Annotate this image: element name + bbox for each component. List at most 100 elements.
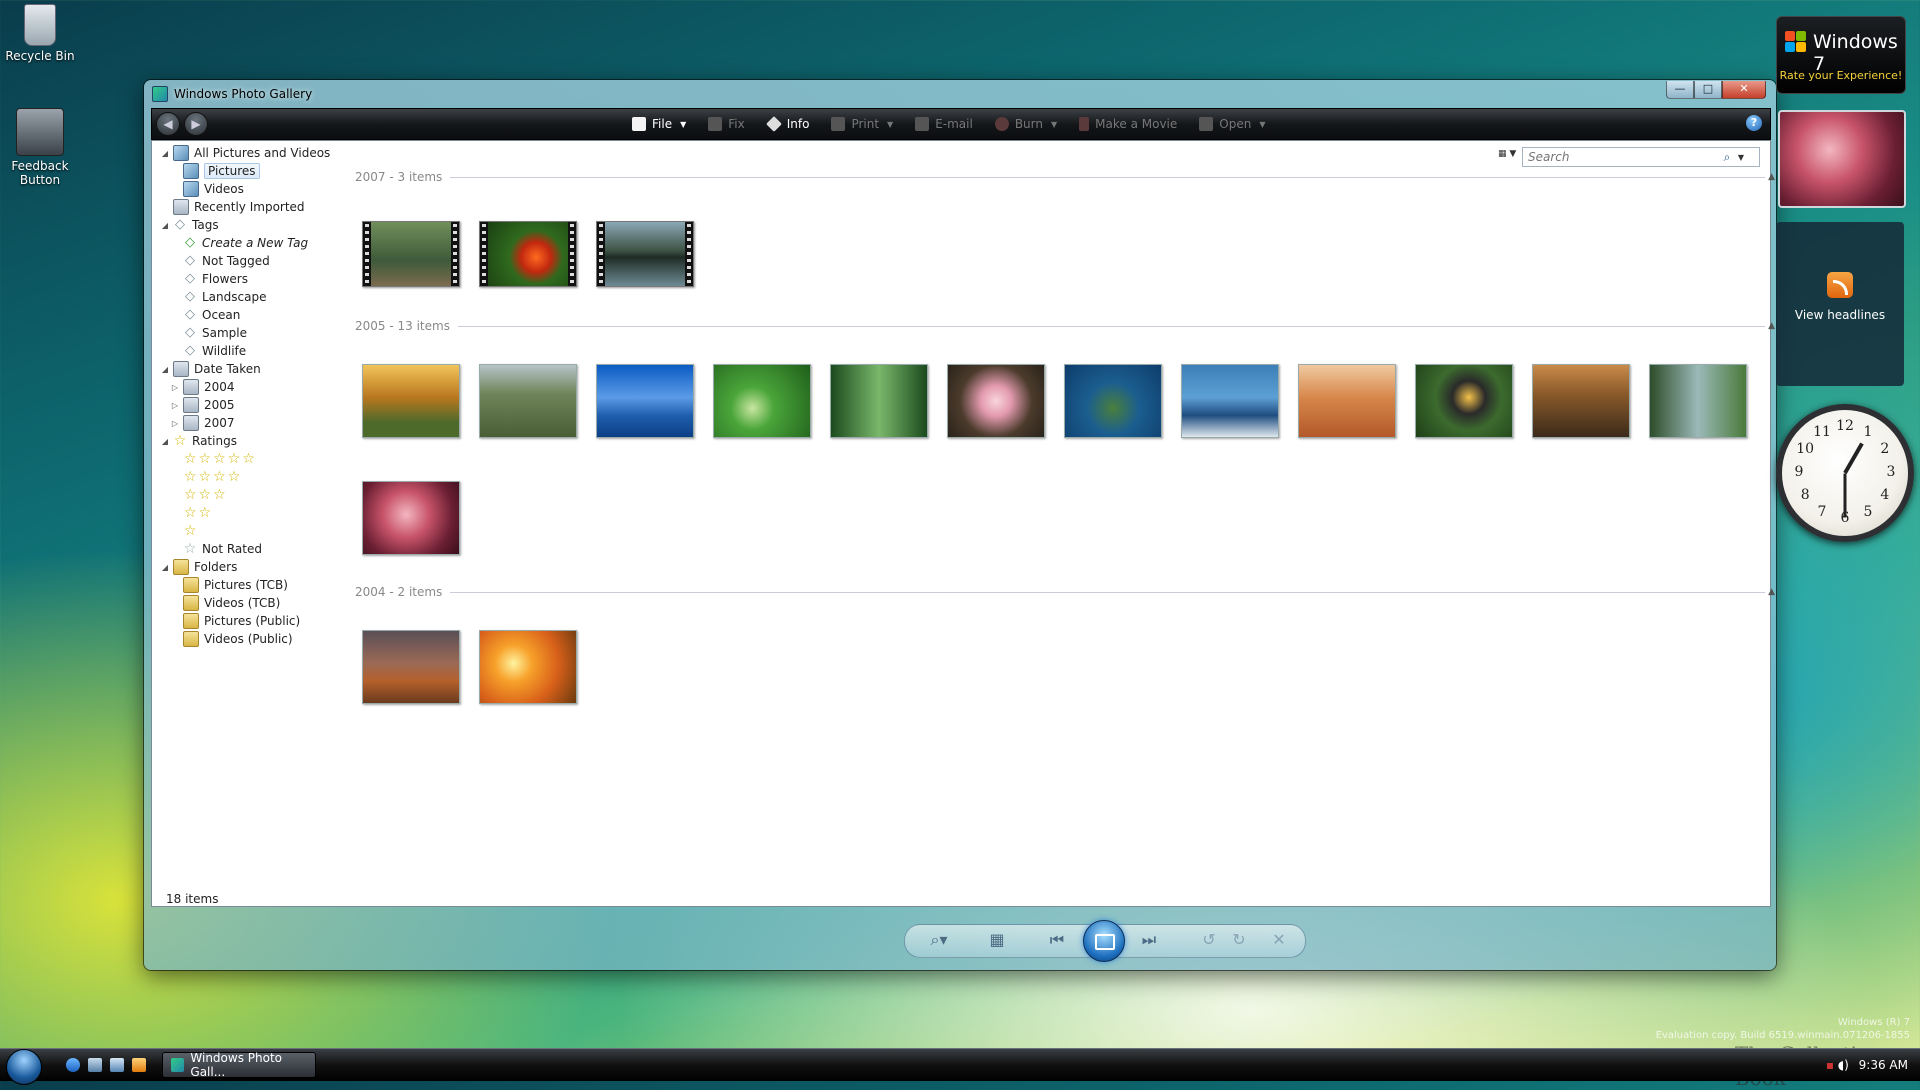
- photo-thumbnail[interactable]: [713, 364, 811, 438]
- switch-windows-icon[interactable]: [110, 1058, 124, 1072]
- info-button[interactable]: Info: [765, 116, 809, 132]
- nav-rating-1[interactable]: ☆: [184, 522, 199, 540]
- nav-year-2005[interactable]: ▷ 2005: [170, 396, 235, 414]
- photo-thumbnail[interactable]: [362, 364, 460, 438]
- nav-folder-videos-tcb[interactable]: Videos (TCB): [180, 594, 280, 612]
- four-stars-icon: ☆☆☆☆: [184, 469, 243, 485]
- nav-tag-ocean[interactable]: ◇ Ocean: [180, 306, 240, 324]
- clock-gadget: 12 1 2 3 4 5 6 7 8 9 10 11: [1776, 404, 1914, 542]
- nav-pictures[interactable]: Pictures: [180, 162, 260, 180]
- nav-folder-pictures-tcb[interactable]: Pictures (TCB): [180, 576, 288, 594]
- network-icon[interactable]: ▪: [1826, 1058, 1834, 1072]
- photo-thumbnail[interactable]: [1181, 364, 1279, 438]
- clock-number: 2: [1880, 441, 1890, 457]
- internet-explorer-icon[interactable]: [66, 1058, 80, 1072]
- nav-folders[interactable]: ◢ Folders: [160, 558, 237, 576]
- close-button[interactable]: ✕: [1722, 81, 1766, 99]
- feedback-button-desktop-icon[interactable]: Feedback Button: [0, 108, 80, 187]
- photo-thumbnail[interactable]: [1532, 364, 1630, 438]
- photo-thumbnail[interactable]: [479, 630, 577, 704]
- file-menu[interactable]: File ▼: [632, 117, 686, 131]
- photo-thumbnail[interactable]: [1064, 364, 1162, 438]
- recycle-bin-desktop-icon[interactable]: Recycle Bin: [0, 4, 80, 63]
- feed-headlines-gadget[interactable]: View headlines: [1776, 222, 1904, 386]
- forward-button[interactable]: ▶: [184, 112, 208, 136]
- view-headlines-label[interactable]: View headlines: [1776, 308, 1904, 322]
- nav-folder-videos-public[interactable]: Videos (Public): [180, 630, 293, 648]
- fix-label: Fix: [728, 117, 745, 131]
- chevron-down-icon[interactable]: ▼: [1734, 153, 1748, 162]
- rotate-right-icon[interactable]: ↻: [1226, 930, 1252, 949]
- zoom-icon[interactable]: ⌕▾: [926, 930, 952, 950]
- photo-thumbnail[interactable]: [362, 630, 460, 704]
- next-icon[interactable]: ⏭: [1136, 930, 1162, 950]
- nav-tag-wildlife[interactable]: ◇ Wildlife: [180, 342, 246, 360]
- nav-year-2007[interactable]: ▷ 2007: [170, 414, 235, 432]
- nav-recently-imported[interactable]: Recently Imported: [170, 198, 305, 216]
- clock-number: 4: [1880, 487, 1890, 503]
- photo-thumbnail[interactable]: [1415, 364, 1513, 438]
- nav-not-tagged[interactable]: ◇ Not Tagged: [180, 252, 270, 270]
- photo-thumbnail[interactable]: [1298, 364, 1396, 438]
- video-thumbnail[interactable]: [596, 221, 694, 287]
- nav-label: 2005: [204, 398, 235, 412]
- print-menu[interactable]: Print ▼: [831, 117, 893, 131]
- search-input[interactable]: [1523, 149, 1720, 165]
- search-box[interactable]: ⌕ ▼: [1522, 147, 1760, 167]
- photo-thumbnail[interactable]: [596, 364, 694, 438]
- slideshow-gadget[interactable]: [1778, 110, 1906, 208]
- nav-folder-pictures-public[interactable]: Pictures (Public): [180, 612, 300, 630]
- nav-all-pictures-videos[interactable]: ◢ All Pictures and Videos: [160, 144, 330, 162]
- clock-time[interactable]: 9:36 AM: [1859, 1058, 1908, 1072]
- nav-rating-3[interactable]: ☆☆☆: [184, 486, 228, 504]
- volume-icon[interactable]: ◖): [1838, 1058, 1849, 1072]
- nav-tag-sample[interactable]: ◇ Sample: [180, 324, 247, 342]
- maximize-button[interactable]: □: [1694, 81, 1722, 99]
- previous-icon[interactable]: ⏮: [1044, 930, 1070, 950]
- nav-not-rated[interactable]: ☆ Not Rated: [180, 540, 262, 558]
- make-movie-button[interactable]: Make a Movie: [1079, 117, 1177, 131]
- video-thumbnail[interactable]: [479, 221, 577, 287]
- photo-thumbnail[interactable]: [1649, 364, 1747, 438]
- photo-thumbnail[interactable]: [947, 364, 1045, 438]
- nav-rating-2[interactable]: ☆☆: [184, 504, 213, 522]
- nav-tag-landscape[interactable]: ◇ Landscape: [180, 288, 266, 306]
- collapse-group-icon[interactable]: ▲: [1768, 321, 1775, 331]
- help-button[interactable]: ?: [1746, 115, 1762, 131]
- rotate-left-icon[interactable]: ↺: [1196, 930, 1222, 949]
- burn-menu[interactable]: Burn ▼: [994, 117, 1057, 131]
- windows7-gadget[interactable]: Windows 7 Rate your Experience!: [1776, 16, 1906, 94]
- taskbar-photo-gallery-button[interactable]: Windows Photo Gall...: [162, 1051, 316, 1079]
- photo-thumbnail[interactable]: [362, 481, 460, 555]
- group-header-2005[interactable]: 2005 - 13 items ▲: [355, 319, 1775, 333]
- fix-button[interactable]: Fix: [708, 117, 745, 131]
- clock-number: 7: [1817, 503, 1827, 520]
- minimize-button[interactable]: —: [1666, 81, 1694, 99]
- nav-create-tag[interactable]: ◇ Create a New Tag: [180, 234, 308, 252]
- nav-date-taken[interactable]: ◢ Date Taken: [160, 360, 261, 378]
- photo-thumbnail[interactable]: [479, 364, 577, 438]
- photo-thumbnail[interactable]: [830, 364, 928, 438]
- group-header-2007[interactable]: 2007 - 3 items ▲: [355, 170, 1775, 184]
- slideshow-button[interactable]: [1083, 920, 1125, 962]
- thumbnail-size-icon[interactable]: ▦: [984, 930, 1010, 949]
- show-desktop-icon[interactable]: [88, 1058, 102, 1072]
- delete-icon[interactable]: ✕: [1266, 930, 1292, 949]
- nav-rating-5[interactable]: ☆☆☆☆☆: [184, 450, 257, 468]
- collapse-group-icon[interactable]: ▲: [1768, 587, 1775, 597]
- nav-videos[interactable]: Videos: [180, 180, 244, 198]
- nav-tag-flowers[interactable]: ◇ Flowers: [180, 270, 248, 288]
- nav-rating-4[interactable]: ☆☆☆☆: [184, 468, 242, 486]
- search-icon[interactable]: ⌕: [1720, 150, 1734, 165]
- gadget-subtitle[interactable]: Rate your Experience!: [1777, 69, 1905, 82]
- email-button[interactable]: E-mail: [915, 117, 973, 131]
- nav-ratings[interactable]: ◢ ☆ Ratings: [160, 432, 237, 450]
- nav-year-2004[interactable]: ▷ 2004: [170, 378, 235, 396]
- video-thumbnail[interactable]: [362, 221, 460, 287]
- open-menu[interactable]: Open ▼: [1199, 117, 1265, 131]
- nav-tags[interactable]: ◢ ◇ Tags: [160, 216, 219, 234]
- back-button[interactable]: ◀: [156, 112, 180, 136]
- collapse-group-icon[interactable]: ▲: [1768, 172, 1775, 182]
- media-player-icon[interactable]: [132, 1058, 146, 1072]
- group-header-2004[interactable]: 2004 - 2 items ▲: [355, 585, 1775, 599]
